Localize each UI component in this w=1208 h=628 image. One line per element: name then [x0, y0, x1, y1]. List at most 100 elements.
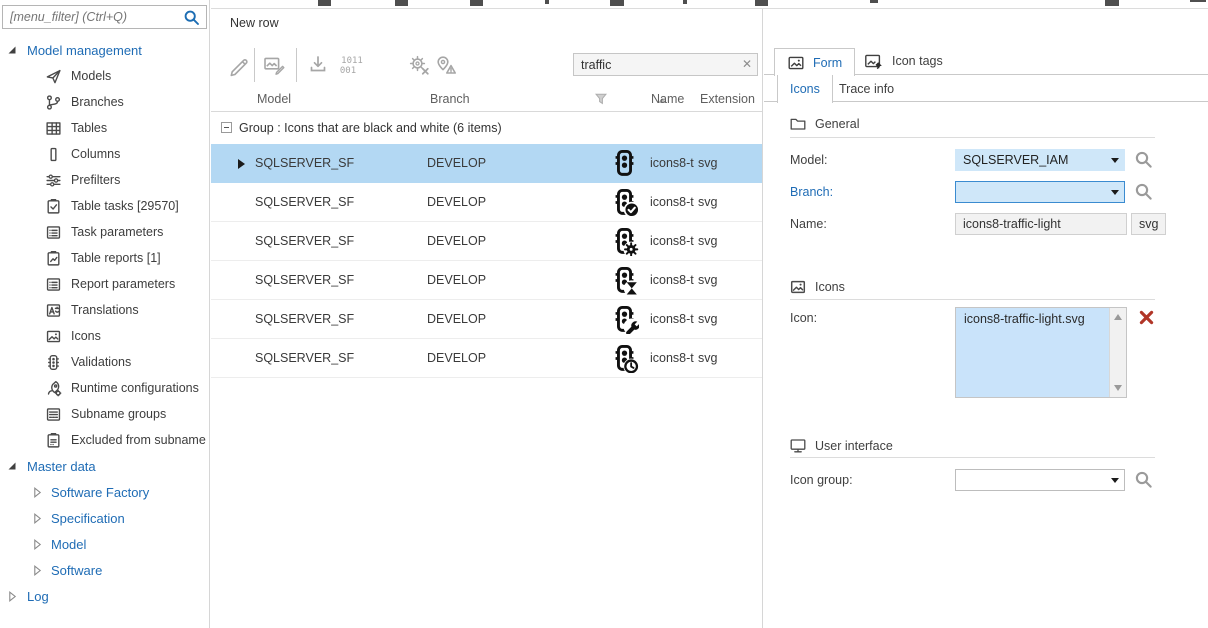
expanded-triangle-icon[interactable]: [7, 461, 17, 471]
sidebar-item-subname-groups[interactable]: Subname groups: [0, 401, 209, 427]
table-row[interactable]: SQLSERVER_SF DEVELOP icons8-t svg: [211, 183, 762, 222]
menu-filter-box[interactable]: [2, 5, 207, 29]
group-label: Group : Icons that are black and white (…: [239, 121, 502, 135]
location-alert-icon[interactable]: [433, 53, 457, 77]
sidebar-item-tables[interactable]: Tables: [0, 115, 209, 141]
sidebar-item-table-reports[interactable]: Table reports [1]: [0, 245, 209, 271]
sidebar-item-label: Branches: [71, 95, 124, 109]
field-label[interactable]: Branch:: [790, 181, 833, 203]
collapsed-triangle-icon[interactable]: [32, 565, 42, 576]
field-icon: Icon: icons8-traffic-light.svg: [764, 307, 1208, 398]
section-title: Icons: [815, 280, 845, 294]
search-icon[interactable]: [183, 9, 201, 27]
clear-search-icon[interactable]: ✕: [742, 57, 752, 71]
collapsed-triangle-icon[interactable]: [32, 539, 42, 550]
sidebar-item-report-parameters[interactable]: Report parameters: [0, 271, 209, 297]
sidebar-item-columns[interactable]: Columns: [0, 141, 209, 167]
sidebar-item-label: Subname groups: [71, 407, 167, 421]
section-icons: Icons: [789, 278, 845, 296]
collapse-group-icon[interactable]: [221, 122, 232, 133]
dropdown-arrow-icon[interactable]: [1106, 150, 1124, 170]
task-parameters-icon: [45, 224, 62, 241]
dropdown-arrow-icon[interactable]: [1106, 182, 1124, 202]
sidebar-item-task-parameters[interactable]: Task parameters: [0, 219, 209, 245]
menu-filter-input[interactable]: [3, 6, 206, 28]
tab-form[interactable]: Form: [774, 48, 856, 76]
column-header-name[interactable]: Name: [651, 86, 684, 112]
sidebar-item-models[interactable]: Models: [0, 63, 209, 89]
traffic-light-clock-icon: [610, 344, 639, 373]
column-header-model[interactable]: Model: [257, 86, 291, 112]
table-row[interactable]: SQLSERVER_SF DEVELOP icons8-t svg: [211, 300, 762, 339]
model-combobox[interactable]: SQLSERVER_IAM: [955, 149, 1125, 171]
icon-listbox[interactable]: icons8-traffic-light.svg: [955, 307, 1127, 398]
sidebar-item-label: Model: [51, 536, 87, 552]
scrollbar[interactable]: [1109, 308, 1126, 397]
sidebar-item-translations[interactable]: Translations: [0, 297, 209, 323]
cropped-icon-mark: [395, 0, 408, 6]
section-general: General: [789, 115, 859, 133]
sidebar-item-excluded-from-subname[interactable]: Excluded from subname: [0, 427, 209, 453]
dropdown-arrow-icon[interactable]: [1106, 470, 1124, 490]
branch-combobox[interactable]: [955, 181, 1125, 203]
section-divider: [790, 137, 1155, 138]
lookup-icon[interactable]: [1134, 470, 1154, 490]
expanded-triangle-icon[interactable]: [7, 45, 17, 55]
edit-icon[interactable]: [227, 53, 251, 77]
filter-icon[interactable]: [595, 93, 607, 105]
field-icon-group: Icon group:: [764, 469, 1208, 491]
cell-model: SQLSERVER_SF: [255, 273, 355, 287]
table-row[interactable]: SQLSERVER_SF DEVELOP icons8-t svg: [211, 222, 762, 261]
sidebar-item-prefilters[interactable]: Prefilters: [0, 167, 209, 193]
sidebar-item-label: Task parameters: [71, 225, 164, 239]
lookup-icon[interactable]: [1134, 150, 1154, 170]
icon-group-combobox[interactable]: [955, 469, 1125, 491]
table-row[interactable]: SQLSERVER_SF DEVELOP icons8-t svg: [211, 339, 762, 378]
image-edit-icon[interactable]: [262, 53, 286, 77]
collapsed-triangle-icon[interactable]: [32, 513, 42, 524]
collapsed-triangle-icon[interactable]: [32, 487, 42, 498]
delete-icon[interactable]: [1139, 310, 1154, 325]
tab-icon-tags[interactable]: Icon tags: [852, 48, 955, 74]
tree-node-master-data[interactable]: Master data: [0, 453, 209, 479]
table-row[interactable]: SQLSERVER_SF DEVELOP icons8-t svg: [211, 261, 762, 300]
group-row[interactable]: Group : Icons that are black and white (…: [211, 112, 762, 144]
column-header-branch[interactable]: Branch: [430, 86, 470, 112]
cell-name: icons8-t: [650, 273, 694, 287]
tab-icons[interactable]: Icons: [777, 75, 833, 103]
import-icon[interactable]: [306, 53, 330, 77]
tree-node-model-management[interactable]: Model management: [0, 37, 209, 63]
section-title: User interface: [815, 439, 893, 453]
image-icon: [787, 54, 805, 72]
sidebar-item-label: Software Factory: [51, 484, 150, 500]
sidebar-item-branches[interactable]: Branches: [0, 89, 209, 115]
cell-extension: svg: [698, 234, 718, 248]
sidebar-item-software-factory[interactable]: Software Factory: [0, 479, 209, 505]
cropped-icon-mark: [1190, 0, 1206, 2]
tab-trace-info[interactable]: Trace info: [827, 75, 906, 102]
sidebar-item-specification[interactable]: Specification: [0, 505, 209, 531]
sidebar-item-label: Translations: [71, 303, 139, 317]
sidebar-item-table-tasks[interactable]: Table tasks [29570]: [0, 193, 209, 219]
lookup-icon[interactable]: [1134, 182, 1154, 202]
table-row[interactable]: SQLSERVER_SF DEVELOP icons8-t svg: [211, 144, 762, 183]
scroll-up-icon[interactable]: [1114, 314, 1122, 320]
collapsed-triangle-icon[interactable]: [7, 591, 17, 602]
scroll-down-icon[interactable]: [1114, 385, 1122, 391]
column-header-extension[interactable]: Extension: [700, 86, 755, 112]
sidebar-item-validations[interactable]: Validations: [0, 349, 209, 375]
tree-node-log[interactable]: Log: [0, 583, 209, 609]
grid-search-input[interactable]: [574, 54, 757, 75]
sidebar-item-model[interactable]: Model: [0, 531, 209, 557]
sidebar-item-software[interactable]: Software: [0, 557, 209, 583]
gear-cancel-icon[interactable]: [407, 53, 431, 77]
sidebar-item-runtime-configurations[interactable]: Runtime configurations: [0, 375, 209, 401]
sidebar-item-icons[interactable]: Icons: [0, 323, 209, 349]
grid-rows: SQLSERVER_SF DEVELOP icons8-t svg SQLSER…: [211, 144, 762, 378]
cell-name: icons8-t: [650, 156, 694, 170]
binary-data-icon[interactable]: [339, 53, 363, 77]
table-reports-icon: [45, 250, 62, 267]
cell-branch: DEVELOP: [427, 195, 487, 209]
menu-tree: Model management Models Branches Tables …: [0, 37, 209, 609]
grid-search-box[interactable]: ✕: [573, 53, 758, 76]
